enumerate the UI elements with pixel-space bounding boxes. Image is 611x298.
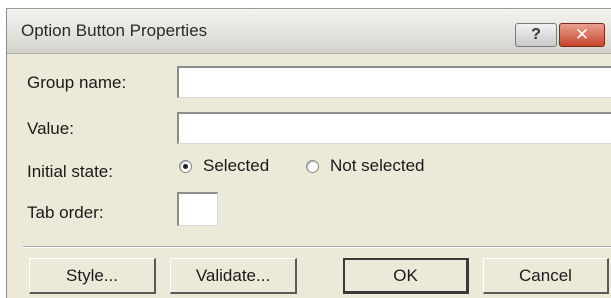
style-button-label: Style... (66, 265, 118, 285)
initial-state-label: Initial state: (27, 162, 113, 181)
cancel-button-label: Cancel (519, 265, 572, 285)
initial-state-not-selected-option[interactable]: Not selected (306, 155, 425, 177)
tab-order-field[interactable] (177, 192, 218, 226)
question-mark-icon: ? (531, 26, 541, 43)
close-icon: ✕ (574, 25, 590, 44)
tab-order-label: Tab order: (27, 203, 104, 222)
option-button-properties-dialog: Option Button Properties ? ✕ Group name:… (6, 8, 611, 298)
initial-state-selected-option[interactable]: Selected (179, 155, 269, 177)
radio-selected-icon[interactable] (179, 159, 192, 173)
not-selected-option-label: Not selected (330, 156, 425, 175)
radio-unselected-icon[interactable] (306, 159, 319, 173)
group-name-field[interactable] (177, 66, 611, 98)
ok-button[interactable]: OK (343, 258, 469, 294)
value-label: Value: (27, 119, 74, 138)
close-button[interactable]: ✕ (559, 23, 605, 47)
separator (23, 246, 611, 248)
value-field[interactable] (177, 112, 611, 144)
title-bar[interactable]: Option Button Properties ? ✕ (7, 9, 611, 54)
validate-button-label: Validate... (195, 265, 271, 285)
help-button[interactable]: ? (515, 23, 557, 47)
style-button[interactable]: Style... (29, 258, 156, 294)
validate-button[interactable]: Validate... (170, 258, 297, 294)
cancel-button[interactable]: Cancel (483, 258, 609, 294)
group-name-label: Group name: (27, 73, 127, 92)
ok-button-label: OK (393, 265, 418, 285)
dialog-title: Option Button Properties (21, 21, 208, 40)
selected-option-label: Selected (203, 156, 270, 175)
